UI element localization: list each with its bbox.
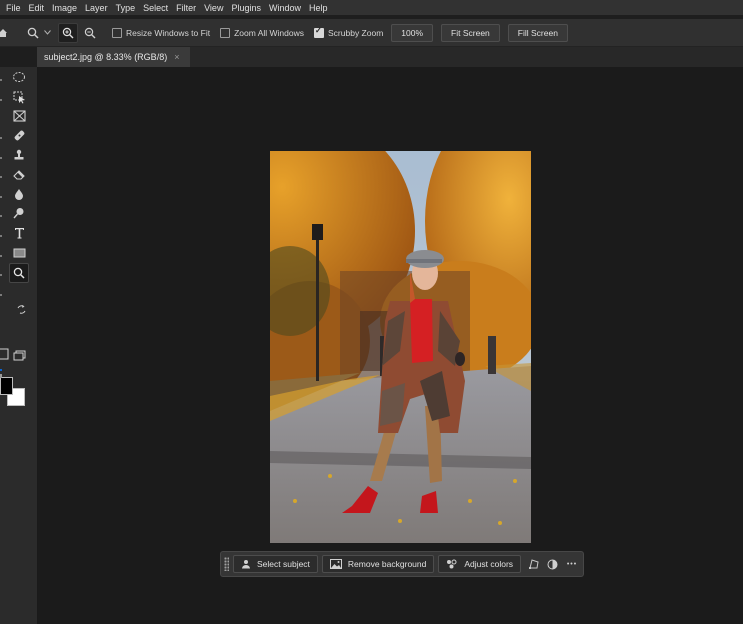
- remove-background-label: Remove background: [347, 559, 427, 569]
- dodge-icon[interactable]: [10, 204, 28, 222]
- clone-stamp-icon[interactable]: [10, 146, 28, 164]
- adjustment-icon[interactable]: [543, 556, 561, 572]
- contextual-task-bar: Select subject Remove background Adjust …: [220, 551, 584, 577]
- transform-icon[interactable]: [525, 556, 543, 572]
- type-icon[interactable]: [10, 224, 28, 242]
- menu-filter[interactable]: Filter: [172, 3, 200, 13]
- close-icon[interactable]: ×: [174, 52, 179, 62]
- chevron-down-icon[interactable]: [42, 24, 52, 42]
- menu-type[interactable]: Type: [112, 3, 140, 13]
- swap-colors-icon[interactable]: [15, 303, 27, 315]
- rectangle-icon[interactable]: [10, 244, 28, 262]
- foreground-color-swatch[interactable]: [0, 377, 13, 395]
- menu-layer[interactable]: Layer: [81, 3, 112, 13]
- zoom-in-icon[interactable]: [58, 22, 78, 43]
- menu-image[interactable]: Image: [48, 3, 81, 13]
- zoom-tool-icon[interactable]: [9, 263, 29, 283]
- scrubby-zoom-box[interactable]: [314, 26, 325, 38]
- select-subject-label: Select subject: [257, 559, 310, 569]
- scrubby-zoom-label: Scrubby Zoom: [328, 27, 384, 38]
- zoom-all-windows-box[interactable]: [220, 27, 231, 38]
- menu-window[interactable]: Window: [265, 3, 305, 13]
- fill-screen-button[interactable]: Fill Screen: [507, 23, 568, 42]
- select-subject-button[interactable]: Select subject: [233, 555, 318, 573]
- screen-mode-icon[interactable]: [10, 346, 28, 364]
- zoom-tool-preset-icon[interactable]: [24, 24, 42, 42]
- tools-panel: [0, 67, 38, 624]
- zoom-value-button[interactable]: 100%: [391, 23, 434, 42]
- edit-toolbar-indicator-2: [0, 374, 2, 378]
- scrubby-zoom-checkbox[interactable]: Scrubby Zoom: [314, 26, 384, 38]
- blur-icon[interactable]: [10, 185, 28, 203]
- adjust-colors-icon: [447, 559, 457, 569]
- document-image[interactable]: [270, 151, 531, 543]
- menu-view[interactable]: View: [200, 3, 227, 13]
- resize-windows-box[interactable]: [112, 27, 122, 38]
- zoom-all-windows-checkbox[interactable]: Zoom All Windows: [220, 27, 305, 38]
- document-tab[interactable]: subject2.jpg @ 8.33% (RGB/8) ×: [37, 47, 190, 67]
- spot-healing-brush-icon[interactable]: [10, 126, 28, 144]
- zoom-all-windows-label: Zoom All Windows: [234, 27, 305, 38]
- menu-help[interactable]: Help: [305, 3, 332, 13]
- person-icon: [242, 560, 250, 569]
- elliptical-marquee-icon[interactable]: [10, 68, 28, 86]
- resize-windows-checkbox[interactable]: Resize Windows to Fit: [112, 27, 211, 38]
- menu-plugins[interactable]: Plugins: [227, 3, 265, 13]
- fit-screen-button[interactable]: Fit Screen: [441, 23, 500, 42]
- adjust-colors-label: Adjust colors: [464, 559, 514, 569]
- frame-icon[interactable]: [10, 107, 28, 125]
- eraser-icon[interactable]: [10, 165, 28, 183]
- menu-file[interactable]: File: [0, 3, 25, 13]
- menu-bar: File Edit Image Layer Type Select Filter…: [0, 0, 743, 15]
- document-tab-bar: subject2.jpg @ 8.33% (RGB/8) ×: [37, 47, 743, 67]
- edit-toolbar-indicator: [0, 369, 2, 371]
- document-tab-title: subject2.jpg @ 8.33% (RGB/8): [44, 52, 168, 62]
- options-bar: Resize Windows to Fit Zoom All Windows S…: [0, 19, 743, 47]
- more-options-icon[interactable]: •••: [563, 556, 581, 572]
- adjust-colors-button[interactable]: Adjust colors: [438, 555, 522, 573]
- menu-select[interactable]: Select: [139, 3, 172, 13]
- menu-edit[interactable]: Edit: [25, 3, 49, 13]
- image-icon: [329, 559, 342, 569]
- object-selection-icon[interactable]: [10, 88, 28, 106]
- home-icon[interactable]: [0, 24, 8, 42]
- drag-handle-icon[interactable]: [224, 557, 229, 571]
- zoom-out-icon[interactable]: [81, 24, 99, 42]
- remove-background-button[interactable]: Remove background: [321, 555, 435, 573]
- resize-windows-label: Resize Windows to Fit: [126, 27, 211, 38]
